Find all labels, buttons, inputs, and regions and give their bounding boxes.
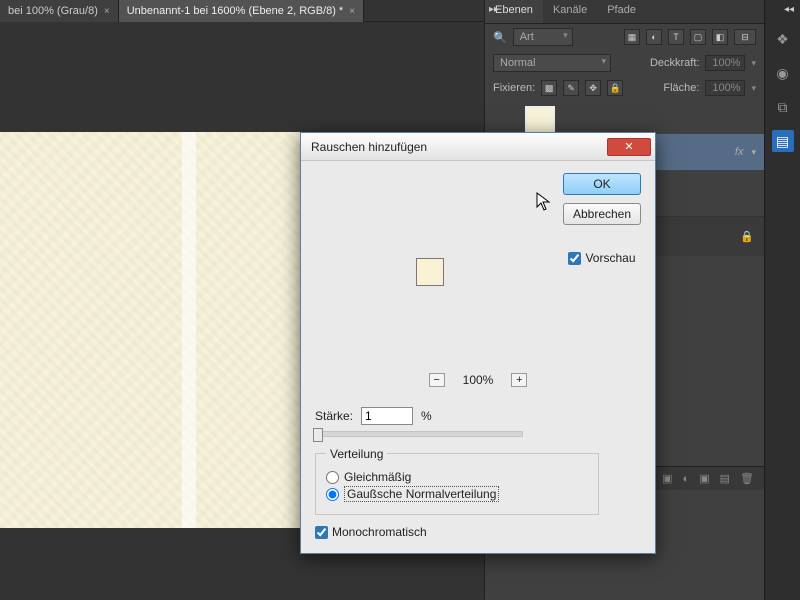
panel-tabs: Ebenen Kanäle Pfade (485, 0, 764, 24)
blend-row: Normal Deckkraft: 100% ▾ (485, 50, 764, 76)
document-tab[interactable]: bei 100% (Grau/8) × (0, 0, 119, 22)
filter-shape-icon[interactable]: ▢ (690, 29, 706, 45)
strength-input[interactable] (361, 407, 413, 425)
collapse-icon[interactable]: ▸▸ (489, 4, 499, 15)
adjustment-icon[interactable]: ◐ (683, 473, 690, 485)
zoom-in-button[interactable]: + (511, 373, 527, 387)
dialog-titlebar[interactable]: Rauschen hinzufügen ✕ (301, 133, 655, 161)
group-icon[interactable]: ▣ (699, 472, 709, 485)
dock-bar: ◂◂ ❖ ◉ ⧉ ▤ (764, 0, 800, 600)
strength-unit: % (421, 409, 432, 423)
strength-row: Stärke: % (315, 407, 641, 425)
close-icon[interactable]: × (349, 6, 355, 17)
fill-label: Fläche: (663, 82, 699, 94)
filter-label: Art (520, 31, 534, 43)
strength-label: Stärke: (315, 409, 353, 423)
lock-all-icon[interactable]: 🔒 (607, 80, 623, 96)
uniform-radio-input[interactable] (326, 471, 339, 484)
lock-row: Fixieren: ▩ ✎ ✥ 🔒 Fläche: 100% ▾ (485, 76, 764, 100)
tab-channels[interactable]: Kanäle (543, 0, 597, 23)
history-icon[interactable]: ▤ (772, 130, 794, 152)
chevron-down-icon[interactable]: ▾ (751, 147, 756, 158)
document-tab[interactable]: Unbenannt-1 bei 1600% (Ebene 2, RGB/8) *… (119, 0, 364, 22)
expand-icon[interactable]: ◂◂ (784, 4, 794, 15)
dialog-body: OK Abbrechen Vorschau − 100% + Stärke: %… (301, 161, 655, 553)
layer-thumbnail[interactable] (525, 106, 555, 134)
dialog-close-button[interactable]: ✕ (607, 138, 651, 156)
filter-type-icon[interactable]: T (668, 29, 684, 45)
tab-label: Unbenannt-1 bei 1600% (Ebene 2, RGB/8) * (127, 5, 343, 17)
search-icon: 🔍 (493, 31, 507, 44)
ok-button[interactable]: OK (563, 173, 641, 195)
tab-paths[interactable]: Pfade (597, 0, 646, 23)
preview-area (315, 173, 545, 371)
filter-smart-icon[interactable]: ◧ (712, 29, 728, 45)
filter-toggle[interactable]: ⊟ (734, 29, 756, 45)
zoom-row: − 100% + (315, 373, 641, 387)
preview-label: Vorschau (585, 251, 635, 265)
slider-thumb[interactable] (313, 428, 323, 442)
gaussian-radio[interactable]: Gaußsche Normalverteilung (326, 486, 588, 502)
filter-pixel-icon[interactable]: ▦ (624, 29, 640, 45)
zoom-value: 100% (463, 373, 494, 387)
preview-swatch (416, 258, 444, 286)
add-noise-dialog: Rauschen hinzufügen ✕ OK Abbrechen Vorsc… (300, 132, 656, 554)
preview-checkbox-input[interactable] (568, 252, 581, 265)
blend-mode-value: Normal (500, 57, 535, 69)
uniform-radio[interactable]: Gleichmäßig (326, 470, 588, 484)
chevron-down-icon[interactable]: ▾ (751, 58, 756, 69)
lock-label: Fixieren: (493, 82, 535, 94)
monochrome-checkbox-input[interactable] (315, 526, 328, 539)
lock-icon: 🔒 (740, 230, 754, 243)
layer-filter-row: 🔍 Art ▦ ◐ T ▢ ◧ ⊟ (485, 24, 764, 50)
lock-pixels-icon[interactable]: ✎ (563, 80, 579, 96)
uniform-label: Gleichmäßig (344, 470, 411, 484)
gaussian-radio-input[interactable] (326, 488, 339, 501)
opacity-label: Deckkraft: (650, 57, 700, 69)
chevron-down-icon[interactable]: ▾ (751, 83, 756, 94)
filter-adjust-icon[interactable]: ◐ (646, 29, 662, 45)
lock-transparency-icon[interactable]: ▩ (541, 80, 557, 96)
color-icon[interactable]: ◉ (772, 62, 794, 84)
mask-icon[interactable]: ▣ (662, 472, 672, 485)
canvas-stripe (182, 132, 196, 528)
layers-icon[interactable]: ❖ (772, 28, 794, 50)
distribution-fieldset: Verteilung Gleichmäßig Gaußsche Normalve… (315, 453, 599, 515)
strength-slider[interactable] (315, 431, 523, 437)
monochrome-checkbox[interactable]: Monochromatisch (315, 525, 641, 539)
fx-label[interactable]: fx (735, 146, 744, 158)
lock-position-icon[interactable]: ✥ (585, 80, 601, 96)
tab-label: bei 100% (Grau/8) (8, 5, 98, 17)
filter-select[interactable]: Art (513, 28, 573, 46)
zoom-out-button[interactable]: − (429, 373, 445, 387)
new-layer-icon[interactable]: ▤ (720, 472, 730, 485)
gaussian-label: Gaußsche Normalverteilung (344, 486, 499, 502)
monochrome-label: Monochromatisch (332, 525, 427, 539)
distribution-legend: Verteilung (326, 447, 387, 461)
blend-mode-select[interactable]: Normal (493, 54, 611, 72)
swatches-icon[interactable]: ⧉ (772, 96, 794, 118)
close-icon[interactable]: × (104, 6, 110, 17)
delete-icon[interactable]: 🗑 (740, 472, 754, 485)
cancel-button[interactable]: Abbrechen (563, 203, 641, 225)
fill-value[interactable]: 100% (705, 80, 745, 96)
opacity-value[interactable]: 100% (705, 55, 745, 71)
preview-checkbox[interactable]: Vorschau (568, 251, 635, 265)
dialog-title: Rauschen hinzufügen (311, 140, 607, 154)
